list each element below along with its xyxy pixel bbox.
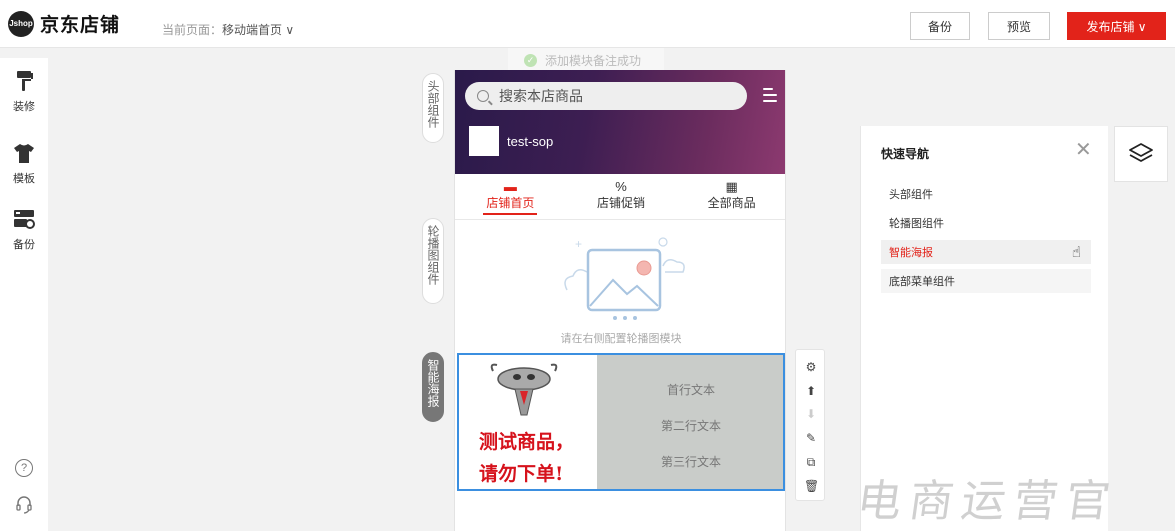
paint-roller-icon [17,71,33,91]
sidebar-item-label: 模板 [13,173,35,185]
backup-button[interactable]: 备份 [910,12,970,40]
carousel-dots [613,316,637,320]
store-header[interactable]: 搜索本店商品 test-sop [455,70,785,174]
quick-nav-item-label: 智能海报 [889,247,933,259]
copy-icon[interactable]: ⧉ [804,455,818,469]
active-tab-underline [483,213,538,215]
poster-first-line: 首行文本 [666,383,715,397]
nav-tab-label: 全部商品 [707,196,756,210]
component-tab-label: 轮播图组件 [426,225,440,285]
current-page-value: 移动端首页 ∨ [222,23,295,37]
store-name: test-sop [507,134,554,149]
jshop-logo[interactable]: Jshop 京东店铺 [8,10,120,37]
image-placeholder-icon: + [564,237,685,312]
backup-icon [14,210,35,229]
svg-text:+: + [575,237,582,251]
search-icon [477,90,489,102]
top-bar: Jshop 京东店铺 当前页面：移动端首页 ∨ 备份 预览 发布店铺 ∨ [0,0,1175,48]
watermark: 电商运营官 [853,476,1121,527]
headset-icon[interactable] [15,495,33,515]
nav-tab-store-promo[interactable]: % 店铺促销 [566,174,677,219]
edit-icon[interactable]: ✎ [804,431,818,445]
quick-nav-item-footer-menu[interactable]: 底部菜单组件 [881,269,1091,293]
grid-icon: ▦ [725,179,738,194]
check-icon: ✓ [524,53,537,67]
brand-name: 京东店铺 [40,15,121,36]
toast-message: 添加模块备注成功 [545,53,642,68]
publish-store-button[interactable]: 发布店铺 ∨ [1067,12,1166,40]
help-icon[interactable]: ? [15,459,33,477]
nav-tab-store-home[interactable]: ▬ 店铺首页 [455,174,566,219]
component-tab-smart-poster[interactable]: 智能海报 [422,352,444,422]
quick-nav-item-smart-poster[interactable]: 智能海报 ☝ [881,240,1091,264]
poster-second-line: 第二行文本 [660,419,721,433]
shirt-icon [14,144,34,163]
poster-text-area: 首行文本 第二行文本 第三行文本 [597,355,783,489]
component-tab-header[interactable]: 头部组件 [422,73,444,143]
promo-text-line2: 请勿下单! [479,463,564,485]
poster-product-area: 测试商品， 请勿下单! [459,355,597,489]
current-page-label: 当前页面： [162,23,223,37]
store-avatar [469,126,499,156]
current-page-selector[interactable]: 当前页面：移动端首页 ∨ [162,21,294,38]
poster-third-line: 第三行文本 [660,455,721,469]
module-toolbar: ⚙ ⬆ ⬇ ✎ ⧉ 🗑 [795,349,825,501]
nav-tab-label: 店铺促销 [597,196,646,210]
left-sidebar: 装修 模板 备份 ? [0,58,48,531]
nav-tab-label: 店铺首页 [486,196,535,210]
store-search-bar[interactable]: 搜索本店商品 [465,82,747,110]
layers-icon [1129,143,1153,162]
quick-nav-item-header[interactable]: 头部组件 [881,182,1091,206]
component-tab-label: 智能海报 [426,359,440,407]
carousel-module[interactable]: + 请在右侧配置轮播图模块 [455,220,785,350]
preview-button[interactable]: 预览 [988,12,1050,40]
sidebar-item-backup[interactable]: 备份 [0,208,48,252]
component-tab-label: 头部组件 [426,80,440,128]
category-menu-icon[interactable] [759,84,777,106]
layers-button[interactable] [1114,126,1168,182]
success-toast: ✓ 添加模块备注成功 [508,48,664,72]
store-nav-bar: ▬ 店铺首页 % 店铺促销 ▦ 全部商品 [455,174,785,220]
move-down-icon[interactable]: ⬇ [804,407,818,421]
sidebar-item-decorate[interactable]: 装修 [0,70,48,114]
sidebar-item-label: 备份 [13,239,35,251]
jd-mascot-image [490,363,558,416]
quick-nav-item-carousel[interactable]: 轮播图组件 [881,211,1091,235]
smart-poster-module[interactable]: 测试商品， 请勿下单! 首行文本 第二行文本 第三行文本 [457,353,785,491]
promo-text-line1: 测试商品， [479,431,575,453]
quick-nav-title: 快速导航 [881,147,930,161]
component-tab-carousel[interactable]: 轮播图组件 [422,218,444,304]
close-icon[interactable]: ✕ [1075,140,1092,160]
nav-tab-all-products[interactable]: ▦ 全部商品 [676,174,785,219]
settings-icon[interactable]: ⚙ [804,360,818,374]
carousel-hint: 请在右侧配置轮播图模块 [560,333,682,345]
store-home-icon: ▬ [503,179,517,194]
mobile-preview-canvas: 搜索本店商品 test-sop ▬ 店铺首页 % 店铺促销 ▦ 全部商品 + 请… [454,70,786,531]
sidebar-item-label: 装修 [13,101,35,113]
jshop-logo-icon: Jshop [8,10,34,37]
search-placeholder: 搜索本店商品 [499,88,583,104]
move-up-icon[interactable]: ⬆ [804,384,818,398]
sidebar-item-template[interactable]: 模板 [0,142,48,186]
delete-icon[interactable]: 🗑 [804,479,819,493]
promo-icon: % [615,179,627,194]
hand-cursor-icon: ☝ [1071,244,1081,261]
